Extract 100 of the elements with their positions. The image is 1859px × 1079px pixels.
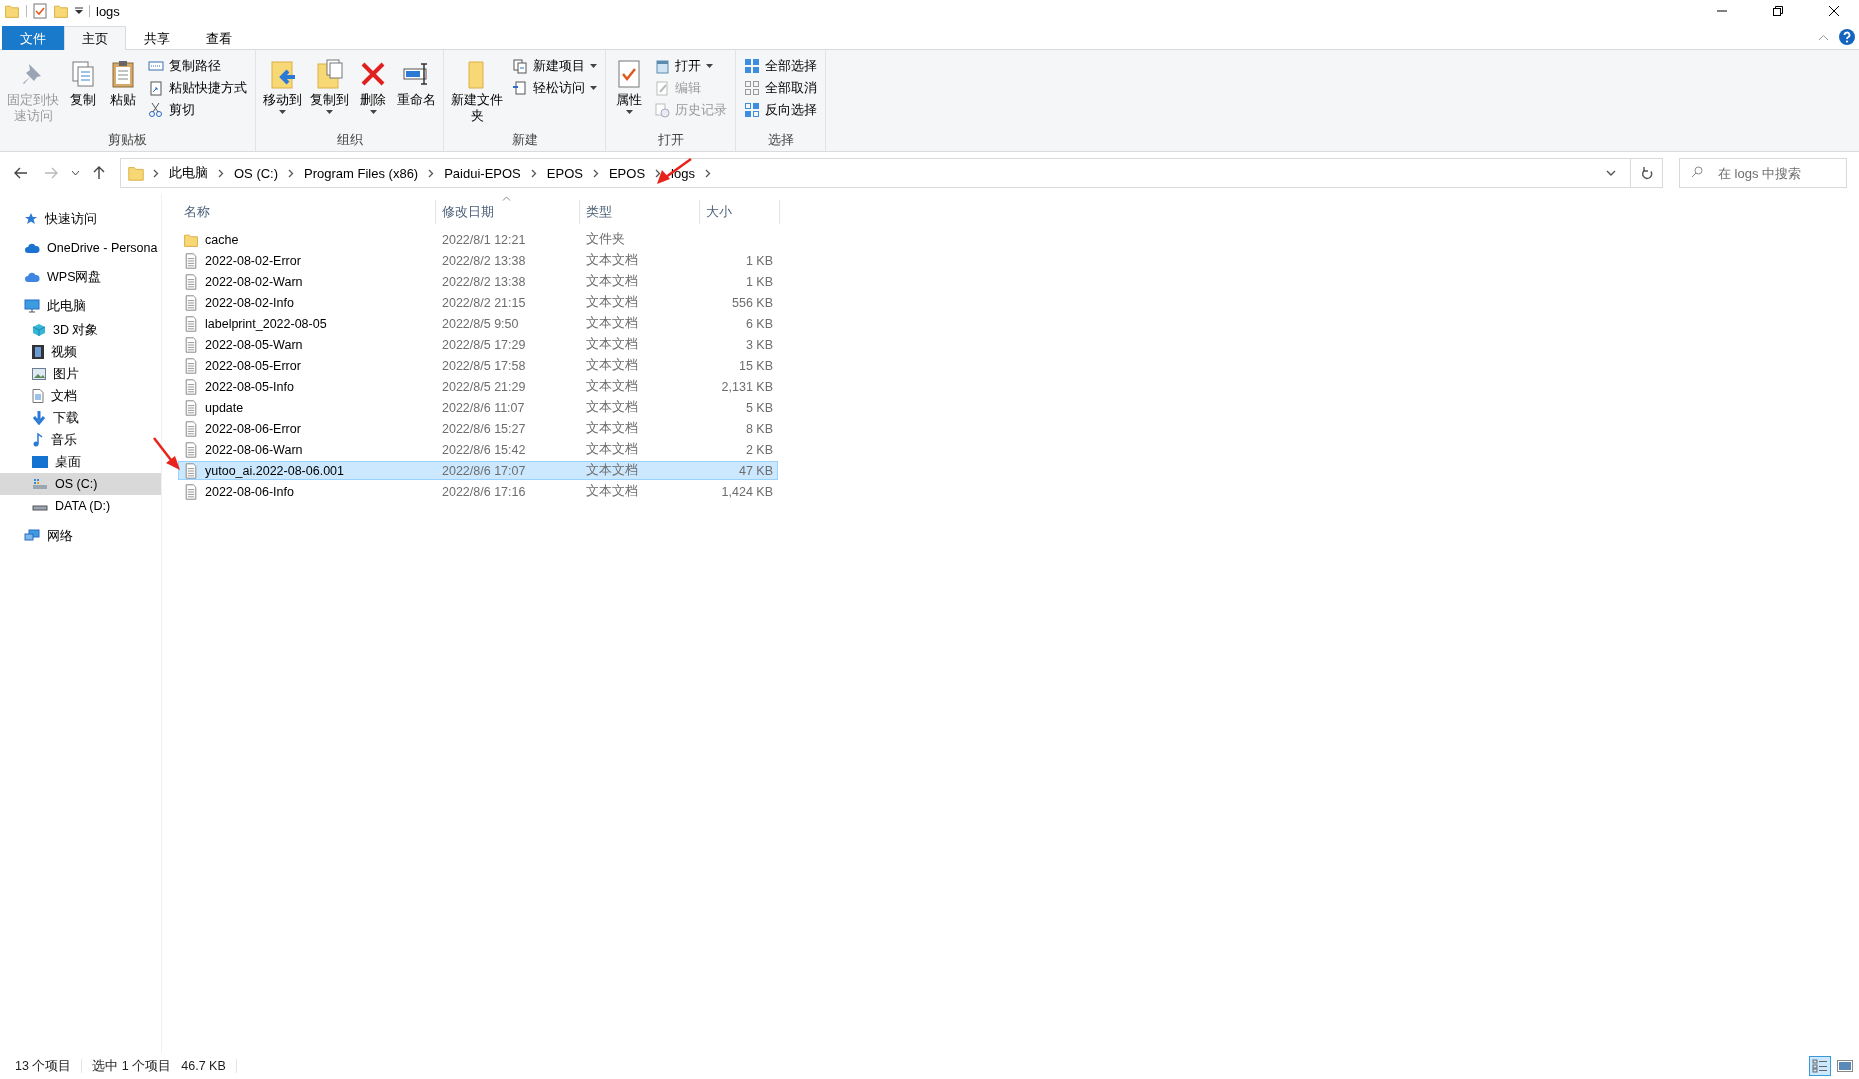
file-row[interactable]: 2022-08-02-Warn 2022/8/2 13:38 文本文档 1 KB (178, 272, 778, 291)
sidebar-item[interactable]: 3D 对象 (0, 319, 161, 341)
picture-icon (32, 368, 46, 380)
breadcrumb-item[interactable]: 此电脑 (167, 164, 210, 182)
ribbon-button[interactable]: 反向选择 (740, 100, 821, 120)
file-size: 3 KB (745, 337, 773, 352)
sidebar-item[interactable]: 快速访问 (0, 208, 159, 230)
text-file-icon (183, 462, 199, 479)
file-size: 15 KB (738, 358, 773, 373)
address-field[interactable]: 此电脑 OS (C:) Program Files (x86) Paidui-EPOS EPOS EPOS logs (120, 158, 1663, 188)
ribbon-button[interactable]: 粘贴快捷方式 (144, 78, 251, 98)
notepad-icon (654, 58, 670, 74)
ribbon-button[interactable]: 新建项目 (508, 56, 601, 76)
view-mode-button[interactable] (1809, 1056, 1831, 1076)
ribbon-button[interactable]: 全部取消 (740, 78, 821, 98)
file-row[interactable]: 2022-08-06-Warn 2022/8/6 15:42 文本文档 2 KB (178, 440, 778, 459)
caret-icon (279, 110, 286, 114)
file-row[interactable]: update 2022/8/6 11:07 文本文档 5 KB (178, 398, 778, 417)
ribbon-button[interactable]: 属性 (610, 54, 648, 130)
ribbon-button[interactable]: 复制路径 (144, 56, 251, 76)
file-row[interactable]: 2022-08-02-Info 2022/8/2 21:15 文本文档 556 KB (178, 293, 778, 312)
ribbon-tab[interactable]: 主页 (64, 26, 126, 50)
sidebar-item[interactable]: OneDrive - Persona (0, 237, 159, 259)
sidebar-item[interactable]: 此电脑 (0, 295, 159, 317)
search-field[interactable]: 在 logs 中搜索 (1679, 158, 1847, 188)
file-size: 2,131 KB (721, 379, 773, 394)
file-type: 文本文档 (586, 252, 638, 269)
ribbon-button[interactable]: 复制到 (307, 54, 352, 130)
breadcrumb-item[interactable]: OS (C:) (232, 165, 281, 181)
file-row[interactable]: yutoo_ai.2022-08-06.001 2022/8/6 17:07 文本文档 47 KB (178, 461, 778, 480)
ribbon-tab[interactable]: 查看 (188, 26, 250, 50)
ribbon-button[interactable]: 剪切 (144, 100, 251, 120)
file-row[interactable]: labelprint_2022-08-05 2022/8/5 9:50 文本文档 6 KB (178, 314, 778, 333)
file-size: 8 KB (745, 421, 773, 436)
breadcrumb-item[interactable]: logs (669, 165, 697, 181)
group-label: 剪贴板 (107, 132, 148, 149)
breadcrumb-item[interactable]: EPOS (544, 165, 585, 181)
caret-icon (590, 64, 597, 68)
ribbon-tab[interactable]: 共享 (126, 26, 188, 50)
file-name: 2022-08-06-Error (205, 421, 301, 436)
ribbon-button[interactable]: 轻松访问 (508, 78, 601, 98)
ribbon-button[interactable]: 新建文件夹 (448, 54, 506, 130)
file-row[interactable]: 2022-08-05-Info 2022/8/5 21:29 文本文档 2,131 KB (178, 377, 778, 396)
breadcrumb-item[interactable]: Program Files (x86) (302, 165, 421, 181)
folder-icon (4, 3, 20, 19)
ribbon-button[interactable]: 复制 (64, 54, 102, 130)
text-file-icon (183, 357, 199, 374)
sidebar-item[interactable]: 下载 (0, 407, 161, 429)
caret-icon (326, 110, 333, 114)
text-file-icon (183, 252, 199, 269)
file-type: 文本文档 (586, 420, 638, 437)
ribbon-button[interactable]: 粘贴 (104, 54, 142, 130)
ribbon-tab[interactable]: 文件 (2, 26, 64, 50)
folder-icon (127, 164, 145, 182)
file-row[interactable]: 2022-08-02-Error 2022/8/2 13:38 文本文档 1 KB (178, 251, 778, 270)
ribbon-button[interactable]: 重命名 (394, 54, 439, 130)
chevron-icon (655, 168, 662, 178)
sidebar-item[interactable]: WPS网盘 (0, 266, 159, 288)
back-arrow-icon (14, 167, 28, 179)
refresh-icon (1640, 166, 1653, 180)
file-type: 文件夹 (586, 231, 625, 248)
ribbon-button[interactable]: 打开 (650, 56, 731, 76)
modified-date: 2022/8/2 13:38 (442, 253, 526, 268)
sidebar-item[interactable]: 图片 (0, 363, 161, 385)
modified-date: 2022/8/6 17:07 (442, 463, 526, 478)
file-size: 47 KB (738, 463, 773, 478)
sidebar-item[interactable]: OS (C:) (0, 473, 161, 495)
chevron-icon (218, 168, 224, 178)
file-size: 556 KB (732, 295, 773, 310)
breadcrumb-item[interactable]: Paidui-EPOS (442, 165, 523, 181)
column-header[interactable]: 大小 (700, 200, 780, 224)
sidebar-item[interactable]: 桌面 (0, 451, 161, 473)
close-icon (1829, 6, 1839, 16)
sidebar-item[interactable]: 视频 (0, 341, 161, 363)
group-label: 选择 (766, 132, 795, 149)
file-row[interactable]: 2022-08-05-Error 2022/8/5 17:58 文本文档 15 KB (178, 356, 778, 375)
column-header[interactable]: 名称 (178, 200, 436, 224)
ribbon-button[interactable]: 全部选择 (740, 56, 821, 76)
ribbon-button[interactable]: 移动到 (260, 54, 305, 130)
file-row[interactable]: 2022-08-06-Info 2022/8/6 17:16 文本文档 1,424 KB (178, 482, 778, 501)
text-file-icon (183, 336, 199, 353)
sidebar-item[interactable]: 网络 (0, 525, 159, 547)
column-header[interactable]: 类型 (580, 200, 700, 224)
select-all-icon (744, 58, 760, 74)
file-type: 文本文档 (586, 441, 638, 458)
file-row[interactable]: 2022-08-06-Error 2022/8/6 15:27 文本文档 8 KB (178, 419, 778, 438)
group-label: 打开 (656, 132, 685, 149)
ribbon-button[interactable]: 删除 (354, 54, 392, 130)
drive-icon (32, 478, 48, 490)
file-row[interactable]: cache 2022/8/1 12:21 文件夹 (178, 230, 778, 249)
file-name: 2022-08-02-Error (205, 253, 301, 268)
column-header[interactable]: 修改日期 (436, 200, 580, 224)
network-icon (24, 529, 40, 543)
sidebar-item[interactable]: DATA (D:) (0, 495, 161, 517)
file-row[interactable]: 2022-08-05-Warn 2022/8/5 17:29 文本文档 3 KB (178, 335, 778, 354)
modified-date: 2022/8/2 13:38 (442, 274, 526, 289)
new-item-icon (512, 58, 528, 74)
sidebar-item[interactable]: 文档 (0, 385, 161, 407)
breadcrumb-item[interactable]: EPOS (606, 165, 648, 181)
sidebar-item[interactable]: 音乐 (0, 429, 161, 451)
